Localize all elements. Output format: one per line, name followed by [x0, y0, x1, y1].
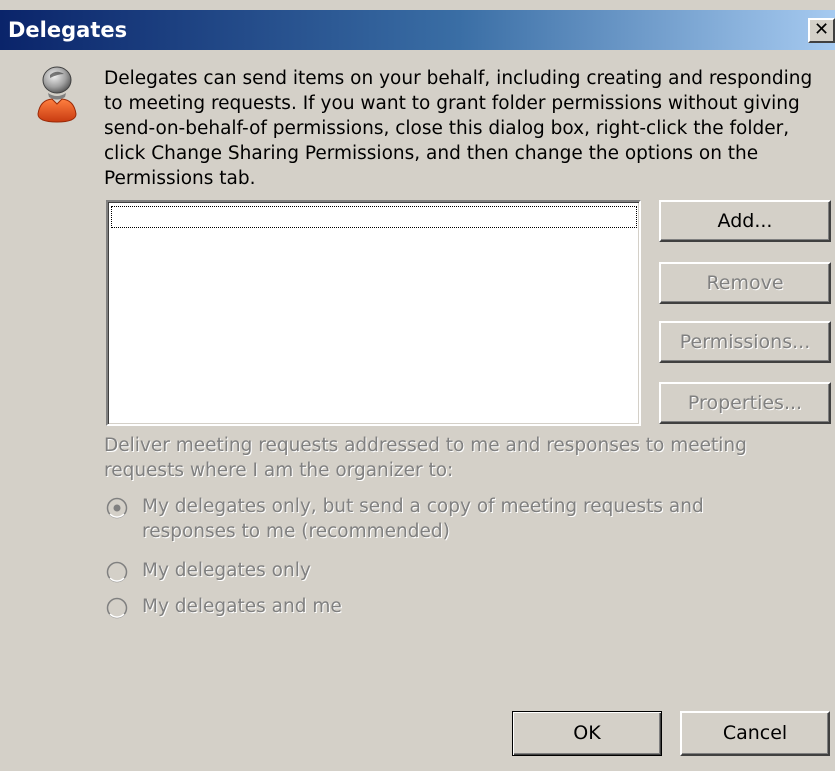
deliver-requests-label: Deliver meeting requests addressed to me… — [104, 435, 747, 481]
focus-rectangle — [111, 206, 637, 228]
radio-label: My delegates and me — [142, 596, 342, 617]
delegates-dialog: Delegates ✕ Delegates can send items on … — [0, 0, 835, 771]
user-icon — [37, 66, 77, 123]
radio-label: My delegates only, but send a copy of me… — [142, 496, 704, 542]
dialog-title: Delegates — [8, 18, 128, 42]
permissions-button[interactable]: Permissions... — [659, 321, 831, 363]
radio-label: My delegates only — [142, 560, 311, 581]
cancel-button[interactable]: Cancel — [680, 711, 830, 756]
description-text: Delegates can send items on your behalf,… — [104, 68, 813, 189]
add-button[interactable]: Add... — [659, 200, 831, 242]
radio-unselected-icon[interactable] — [106, 597, 128, 619]
close-button[interactable]: ✕ — [808, 18, 835, 43]
radio-selected-icon[interactable] — [106, 497, 128, 519]
close-icon: ✕ — [813, 19, 830, 40]
properties-button[interactable]: Properties... — [659, 382, 831, 424]
delegates-listbox[interactable] — [106, 200, 641, 426]
remove-button[interactable]: Remove — [659, 262, 831, 304]
ok-button[interactable]: OK — [512, 711, 662, 756]
radio-unselected-icon[interactable] — [106, 561, 128, 583]
title-bar[interactable]: Delegates ✕ — [0, 10, 835, 50]
